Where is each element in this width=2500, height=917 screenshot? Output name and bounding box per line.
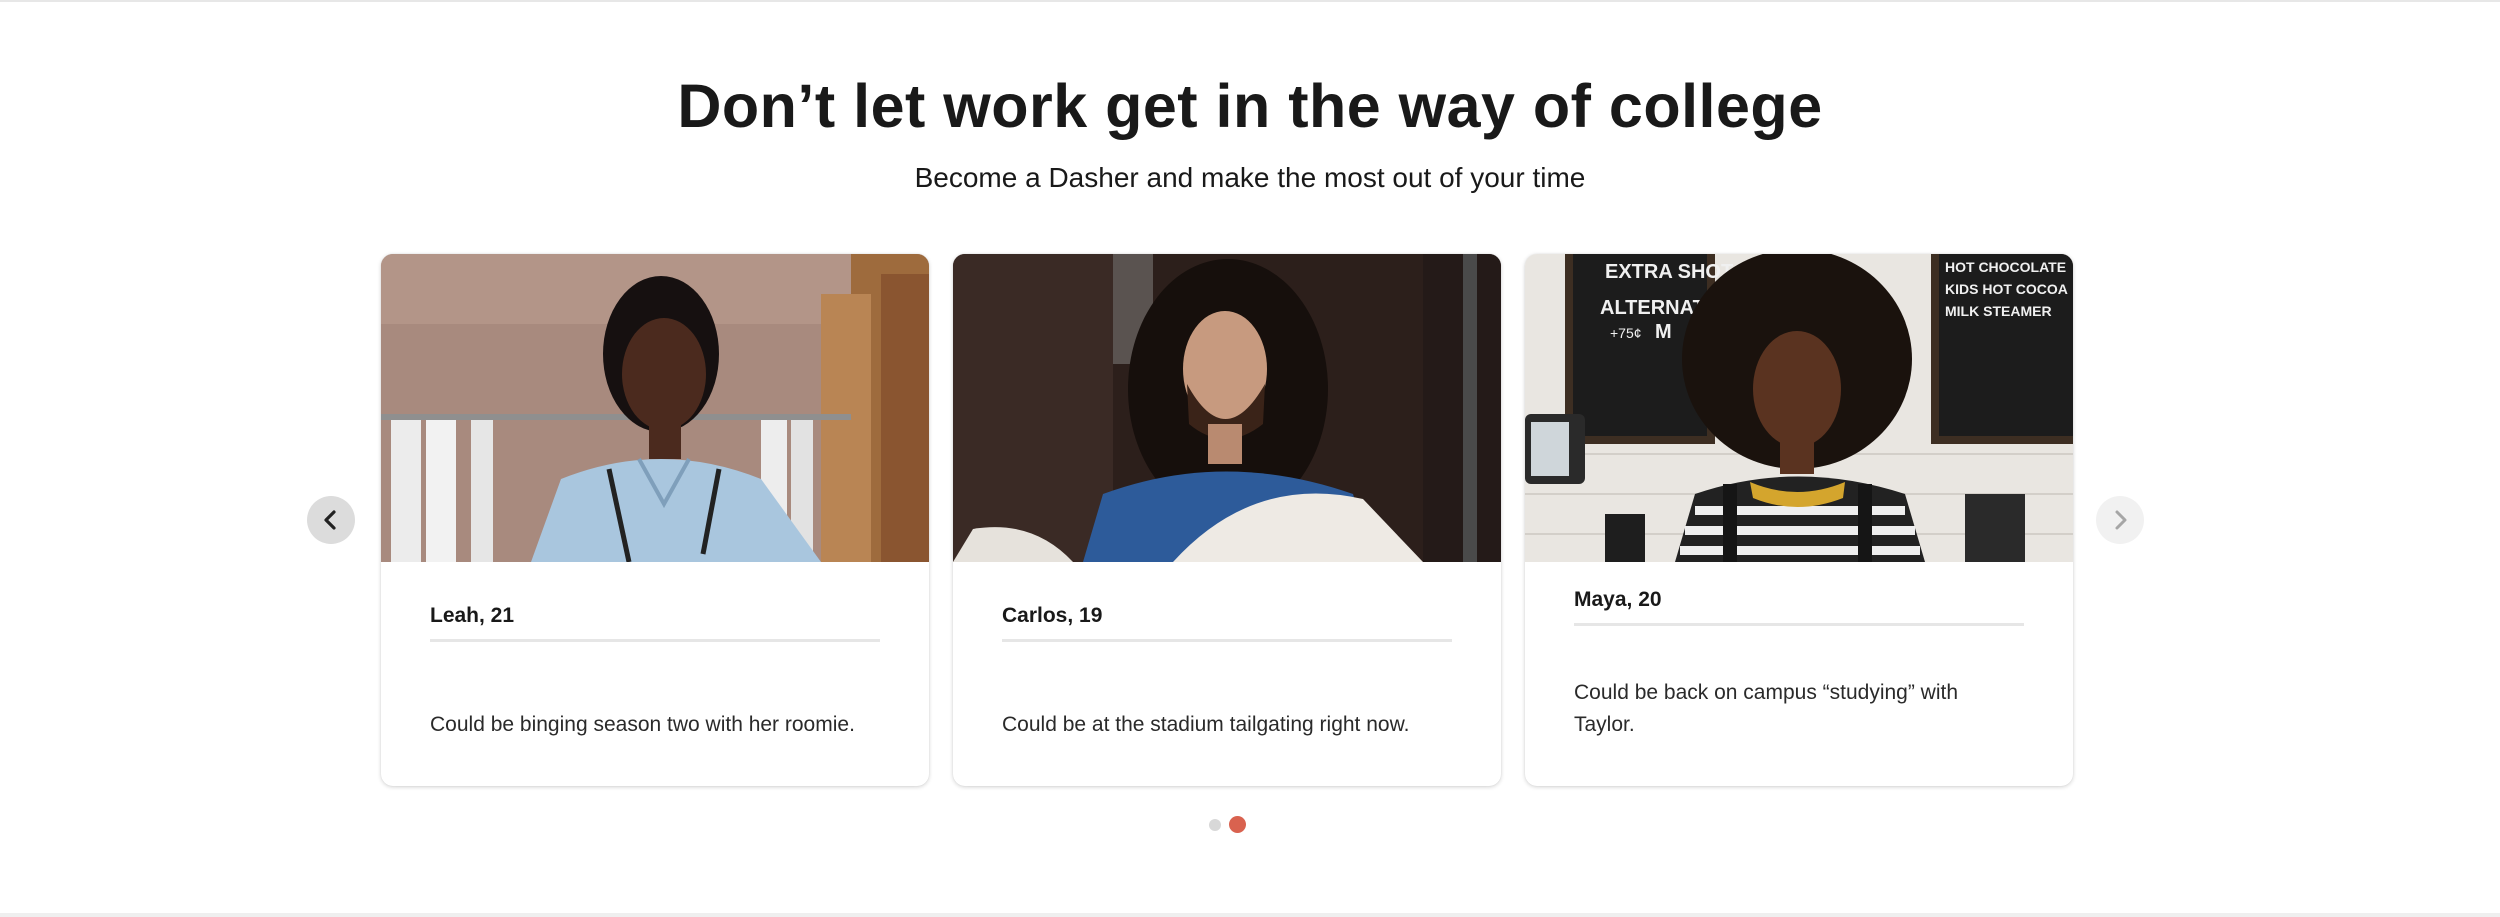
section-subheadline: Become a Dasher and make the most out of… [914, 162, 1586, 193]
testimonial-card-maya[interactable]: EXTRA SHOT ALTERNATI +75¢ M HOT CHOCOLAT… [1525, 254, 2073, 786]
svg-text:M: M [1655, 321, 1672, 343]
carousel-pagination [1209, 816, 1246, 833]
card-quote: Could be binging season two with her roo… [430, 713, 855, 736]
chevron-left-icon [324, 510, 336, 530]
card-name: Leah, 21 [430, 604, 515, 627]
carlos-photo [953, 254, 1501, 562]
svg-text:MILK STEAMER: MILK STEAMER [1945, 303, 2052, 319]
carousel-next-button[interactable] [2096, 496, 2144, 544]
top-divider [0, 0, 2500, 2]
pagination-dot-2-active[interactable] [1229, 816, 1246, 833]
carousel-prev-button[interactable] [307, 496, 355, 544]
chevron-right-icon [2115, 510, 2127, 530]
card-divider [430, 639, 880, 642]
card-name: Maya, 20 [1574, 588, 1662, 611]
pagination-dot-1[interactable] [1209, 818, 1221, 831]
card-name: Carlos, 19 [1002, 604, 1103, 627]
svg-text:EXTRA SHOT: EXTRA SHOT [1605, 261, 1733, 283]
section-headline: Don’t let work get in the way of college [677, 72, 1823, 140]
maya-photo: EXTRA SHOT ALTERNATI +75¢ M HOT CHOCOLAT… [1525, 254, 2073, 562]
testimonial-card-carlos[interactable]: Carlos, 19 Could be at the stadium tailg… [953, 254, 1501, 786]
svg-text:HOT CHOCOLATE: HOT CHOCOLATE [1945, 259, 2066, 275]
card-quote: Could be at the stadium tailgating right… [1002, 713, 1410, 736]
bottom-divider [0, 913, 2500, 917]
card-divider [1002, 639, 1452, 642]
card-quote: Could be back on campus “studying” with … [1574, 681, 1959, 736]
card-divider [1574, 623, 2024, 626]
leah-photo [381, 254, 929, 562]
testimonial-card-leah[interactable]: Leah, 21 Could be binging season two wit… [381, 254, 929, 786]
svg-text:KIDS HOT COCOA: KIDS HOT COCOA [1945, 281, 2068, 297]
svg-text:+75¢: +75¢ [1610, 325, 1642, 341]
